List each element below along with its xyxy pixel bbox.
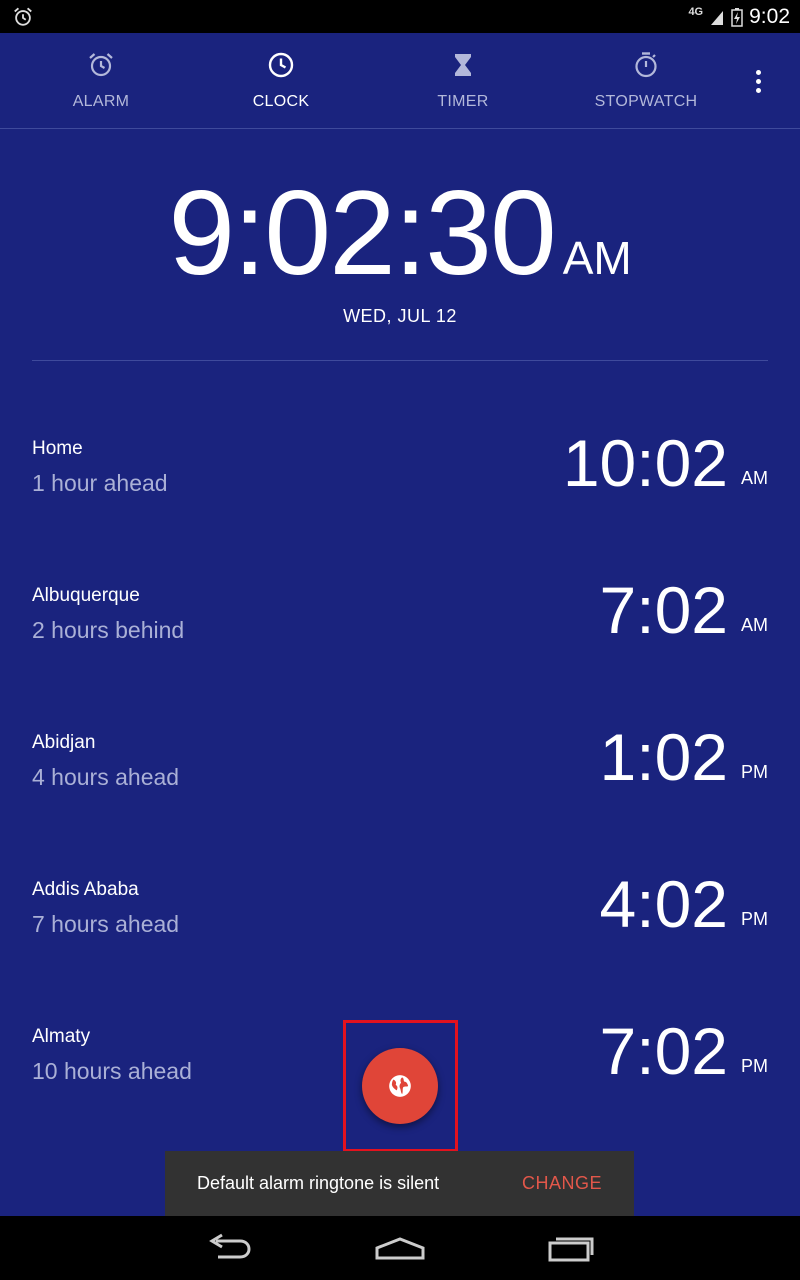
city-name: Abidjan	[32, 732, 96, 753]
city-row[interactable]: Abidjan 4 hours ahead 1:02 PM	[32, 722, 768, 832]
status-time: 9:02	[749, 4, 790, 28]
tab-stopwatch[interactable]: STOPWATCH	[556, 33, 736, 129]
snackbar: Default alarm ringtone is silent CHANGE	[165, 1151, 634, 1216]
tab-label: STOPWATCH	[594, 93, 698, 110]
clock-icon	[268, 52, 294, 78]
city-time: 4:02	[599, 867, 728, 941]
city-offset: 2 hours behind	[32, 617, 185, 643]
city-row[interactable]: Addis Ababa 7 hours ahead 4:02 PM	[32, 869, 768, 979]
main-clock: 9:02:30 AM	[0, 168, 800, 298]
tab-label: TIMER	[437, 93, 489, 110]
snackbar-message: Default alarm ringtone is silent	[197, 1173, 440, 1193]
add-city-button[interactable]	[362, 1048, 438, 1124]
city-time: 10:02	[562, 426, 728, 500]
main-clock-ampm: AM	[562, 232, 632, 284]
globe-icon	[389, 1075, 411, 1097]
city-offset: 7 hours ahead	[32, 911, 180, 937]
tab-timer[interactable]: TIMER	[373, 33, 553, 129]
city-row[interactable]: Home 1 hour ahead 10:02 AM	[32, 428, 768, 538]
back-icon[interactable]	[200, 1230, 260, 1266]
city-ampm: AM	[741, 468, 768, 488]
city-time: 7:02	[599, 573, 728, 647]
recent-apps-icon[interactable]	[542, 1230, 602, 1266]
status-bar: 4G 9:02	[0, 0, 800, 33]
city-ampm: PM	[741, 1056, 768, 1076]
main-clock-time: 9:02:30	[168, 166, 556, 300]
city-offset: 10 hours ahead	[32, 1058, 192, 1084]
city-offset: 1 hour ahead	[32, 470, 168, 496]
battery-icon	[731, 7, 743, 27]
city-name: Home	[32, 438, 83, 459]
alarm-icon	[89, 53, 113, 77]
change-button[interactable]: CHANGE	[522, 1173, 602, 1194]
alarm-status-icon	[14, 7, 32, 26]
city-time: 7:02	[599, 1014, 728, 1088]
tab-bar: ALARM CLOCK TIMER STOPWATCH	[0, 33, 800, 129]
tab-label: CLOCK	[252, 93, 310, 110]
network-type: 4G	[688, 5, 704, 18]
city-time: 1:02	[599, 720, 728, 794]
divider	[32, 360, 768, 361]
tab-alarm[interactable]: ALARM	[11, 33, 191, 129]
city-ampm: AM	[741, 615, 768, 635]
city-ampm: PM	[741, 762, 768, 782]
main-clock-date: WED, JUL 12	[343, 306, 457, 326]
signal-icon	[711, 10, 724, 25]
hourglass-icon	[455, 54, 471, 76]
city-row[interactable]: Albuquerque 2 hours behind 7:02 AM	[32, 575, 768, 685]
tab-clock[interactable]: CLOCK	[191, 33, 371, 129]
city-ampm: PM	[741, 909, 768, 929]
overflow-menu-button[interactable]	[738, 63, 778, 99]
city-name: Almaty	[32, 1026, 91, 1047]
city-name: Addis Ababa	[32, 879, 139, 900]
city-offset: 4 hours ahead	[32, 764, 180, 790]
home-icon[interactable]	[370, 1230, 430, 1266]
city-name: Albuquerque	[32, 585, 140, 606]
more-vert-icon	[755, 69, 761, 75]
tab-label: ALARM	[72, 93, 130, 110]
navigation-bar	[0, 1216, 800, 1280]
stopwatch-icon	[635, 52, 657, 78]
